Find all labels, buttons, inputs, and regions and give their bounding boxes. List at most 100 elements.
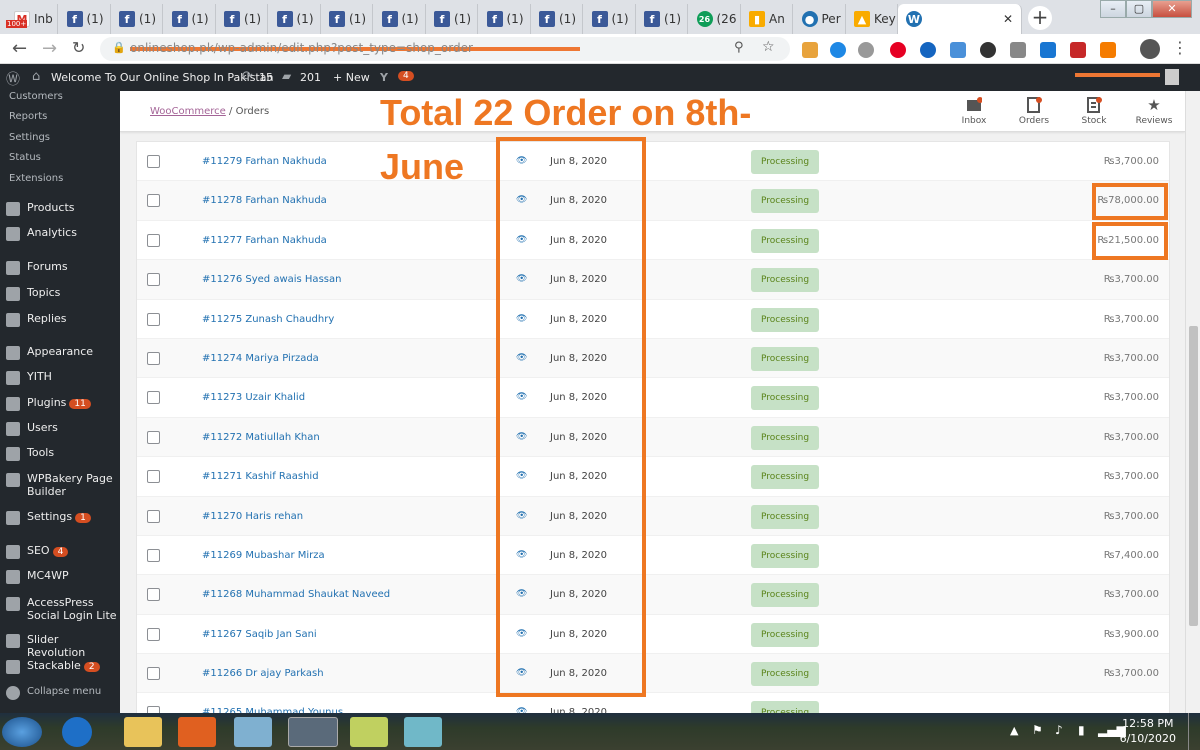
sidebar-item-forums[interactable]: Forums xyxy=(6,260,119,275)
row-select-checkbox[interactable] xyxy=(147,155,160,168)
sidebar-item-wpbakery[interactable]: WPBakery Page Builder xyxy=(6,472,119,498)
browser-tab[interactable]: f (1) xyxy=(636,4,688,34)
table-row[interactable]: #11279 Farhan Nakhuda 👁 Jun 8, 2020 Process… xyxy=(137,142,1169,182)
browser-tab[interactable]: f (1) xyxy=(479,4,531,34)
sidebar-item-mc4wp[interactable]: MC4WP xyxy=(6,569,119,584)
comments-count[interactable]: 201 xyxy=(300,71,321,84)
browser-tab[interactable]: ▲ Key xyxy=(846,4,898,34)
order-link[interactable]: #11279 Farhan Nakhuda xyxy=(202,156,327,167)
sidebar-item-products[interactable]: Products xyxy=(6,201,119,216)
extension-icon[interactable] xyxy=(1070,42,1086,58)
scrollbar-thumb[interactable] xyxy=(1189,326,1198,626)
media-player-icon[interactable] xyxy=(178,717,216,747)
stock-button[interactable]: Stock xyxy=(1069,97,1119,126)
table-row[interactable]: #11273 Uzair Khalid 👁 Jun 8, 2020 Processin… xyxy=(137,378,1169,418)
yoast-icon[interactable]: Y xyxy=(380,71,388,84)
extension-icon[interactable] xyxy=(920,42,936,58)
row-select-checkbox[interactable] xyxy=(147,509,160,523)
browser-tab[interactable]: f (1) xyxy=(111,4,163,34)
sidebar-item-appearance[interactable]: Appearance xyxy=(6,345,119,360)
order-link[interactable]: #11270 Haris rehan xyxy=(202,511,303,522)
browser-tab[interactable]: 26 (26 xyxy=(689,4,741,34)
sticky-notes-icon[interactable] xyxy=(350,717,388,747)
sidebar-item-users[interactable]: Users xyxy=(6,421,119,436)
browser-tab[interactable]: f (1) xyxy=(531,4,583,34)
volume-icon[interactable]: ♪ xyxy=(1055,723,1063,737)
row-select-checkbox[interactable] xyxy=(147,667,160,681)
browser-tab[interactable]: ● Per xyxy=(794,4,846,34)
row-select-checkbox[interactable] xyxy=(147,588,160,602)
order-link[interactable]: #11267 Saqib Jan Sani xyxy=(202,629,317,640)
pinterest-icon[interactable] xyxy=(890,42,906,58)
extension-icon[interactable] xyxy=(830,42,846,58)
browser-tab[interactable]: M Inb xyxy=(6,4,58,34)
browser-tab[interactable]: f (1) xyxy=(59,4,111,34)
show-desktop-button[interactable] xyxy=(1188,713,1200,750)
order-link[interactable]: #11273 Uzair Khalid xyxy=(202,392,305,403)
row-select-checkbox[interactable] xyxy=(147,312,160,326)
app-taskbar-icon[interactable] xyxy=(404,717,442,747)
table-row[interactable]: #11277 Farhan Nakhuda 👁 Jun 8, 2020 Process… xyxy=(137,221,1169,261)
sidebar-item-slider[interactable]: Slider Revolution xyxy=(6,633,119,659)
orders-button[interactable]: Orders xyxy=(1009,97,1059,126)
start-button[interactable] xyxy=(2,717,42,747)
extension-icon[interactable] xyxy=(1100,42,1116,58)
order-link[interactable]: #11277 Farhan Nakhuda xyxy=(202,235,327,246)
order-link[interactable]: #11271 Kashif Raashid xyxy=(202,471,319,482)
extension-icon[interactable] xyxy=(802,42,818,58)
table-row[interactable]: #11265 Muhammad Younus👁Jun 8, 2020Proces… xyxy=(137,693,1169,713)
back-icon[interactable]: ← xyxy=(12,38,27,59)
minimize-button[interactable]: – xyxy=(1100,0,1126,18)
browser-tab[interactable]: f (1) xyxy=(374,4,426,34)
tray-expand-icon[interactable]: ▲ xyxy=(1010,724,1018,737)
close-window-button[interactable]: ✕ xyxy=(1152,0,1192,18)
system-clock[interactable]: 12:58 PM 6/10/2020 xyxy=(1120,716,1176,746)
table-row[interactable]: #11271 Kashif Raashid 👁 Jun 8, 2020 Process… xyxy=(137,457,1169,497)
sidebar-item-seo[interactable]: SEO 4 xyxy=(6,544,119,559)
browser-tab[interactable]: f (1) xyxy=(321,4,373,34)
order-link[interactable]: #11275 Zunash Chaudhry xyxy=(202,314,334,325)
row-select-checkbox[interactable] xyxy=(147,470,160,484)
maximize-button[interactable]: ▢ xyxy=(1126,0,1152,18)
sidebar-item-topics[interactable]: Topics xyxy=(6,286,119,301)
new-content-link[interactable]: + New xyxy=(333,71,370,84)
table-row[interactable]: #11268 Muhammad Shaukat Naveed 👁 Jun 8, 20… xyxy=(137,575,1169,615)
sidebar-item-analytics[interactable]: Analytics xyxy=(6,226,119,241)
order-link[interactable]: #11278 Farhan Nakhuda xyxy=(202,195,327,206)
browser-tab-active[interactable]: W ✕ xyxy=(898,4,1022,34)
chrome-taskbar-icon[interactable] xyxy=(288,717,338,747)
network-icon[interactable]: ▮ xyxy=(1078,723,1085,737)
row-select-checkbox[interactable] xyxy=(147,273,160,287)
submenu-item-extensions[interactable]: Extensions xyxy=(9,173,63,184)
page-scrollbar[interactable] xyxy=(1185,91,1200,713)
paint-icon[interactable] xyxy=(234,717,272,747)
profile-avatar[interactable] xyxy=(1140,39,1160,59)
submenu-item-reports[interactable]: Reports xyxy=(9,111,47,122)
table-row[interactable]: #11269 Mubashar Mirza 👁 Jun 8, 2020 Process… xyxy=(137,536,1169,576)
browser-tab[interactable]: ▮ An xyxy=(741,4,793,34)
browser-tab[interactable]: f (1) xyxy=(584,4,636,34)
table-row[interactable]: #11267 Saqib Jan Sani 👁 Jun 8, 2020 Process… xyxy=(137,615,1169,655)
chrome-menu-icon[interactable]: ⋮ xyxy=(1172,38,1188,57)
order-link[interactable]: #11266 Dr ajay Parkash xyxy=(202,668,324,679)
row-select-checkbox[interactable] xyxy=(147,548,160,562)
row-select-checkbox[interactable] xyxy=(147,391,160,405)
action-center-flag-icon[interactable]: ⚑ xyxy=(1032,723,1043,737)
table-row[interactable]: #11275 Zunash Chaudhry 👁 Jun 8, 2020 Proces… xyxy=(137,300,1169,339)
table-row[interactable]: #11274 Mariya Pirzada 👁 Jun 8, 2020 Process… xyxy=(137,338,1169,379)
submenu-item-settings[interactable]: Settings xyxy=(9,132,50,143)
sidebar-item-plugins[interactable]: Plugins 11 xyxy=(6,396,119,411)
table-row[interactable]: #11266 Dr ajay Parkash 👁 Jun 8, 2020 Proces… xyxy=(137,654,1169,694)
order-link[interactable]: #11274 Mariya Pirzada xyxy=(202,353,319,364)
url-text[interactable]: onlineshop.pk/wp-admin/edit.php?post_typ… xyxy=(130,41,580,55)
inbox-button[interactable]: Inbox xyxy=(949,97,999,126)
site-name-link[interactable]: Welcome To Our Online Shop In Pakistan xyxy=(51,71,273,84)
order-link[interactable]: #11268 Muhammad Shaukat Naveed xyxy=(202,589,390,600)
zoom-icon[interactable]: ⚲ xyxy=(734,40,744,55)
close-tab-icon[interactable]: ✕ xyxy=(1003,12,1013,26)
extension-icon[interactable] xyxy=(950,42,966,58)
row-select-checkbox[interactable] xyxy=(147,194,160,208)
sidebar-item-settings[interactable]: Settings 1 xyxy=(6,510,119,525)
row-select-checkbox[interactable] xyxy=(147,430,160,444)
extension-icon[interactable] xyxy=(1010,42,1026,58)
